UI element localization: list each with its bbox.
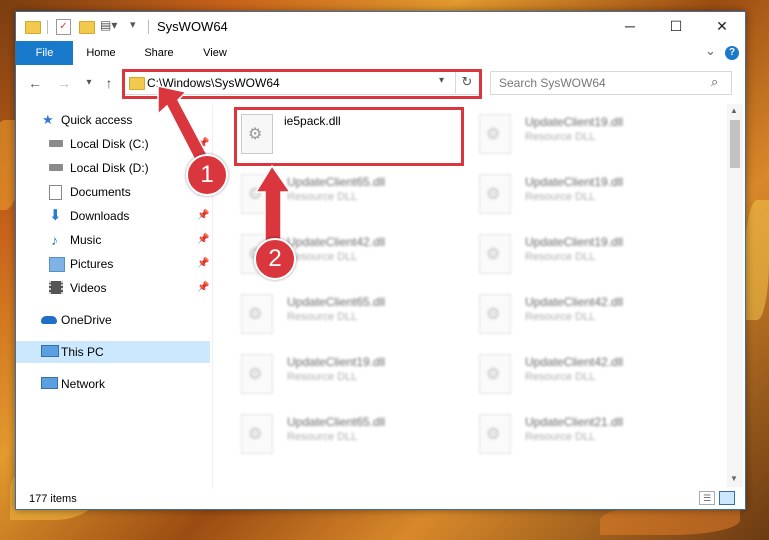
customize-toolbar-icon[interactable]: ▤▾ xyxy=(100,18,117,32)
file-item[interactable]: UpdateClient19.dll Resource DLL xyxy=(241,352,471,408)
sidebar-item-quick-access[interactable]: ★ Quick access xyxy=(16,109,210,131)
tab-share[interactable]: Share xyxy=(134,41,184,65)
drive-icon xyxy=(49,140,63,147)
sidebar-item-local-disk-c[interactable]: Local Disk (C:) 📌 xyxy=(16,133,210,155)
maximize-button[interactable]: ☐ xyxy=(653,12,699,41)
pin-icon: 📌 xyxy=(197,234,210,245)
dll-file-icon xyxy=(479,174,511,214)
minimize-button[interactable]: ─ xyxy=(607,12,653,41)
file-item[interactable]: UpdateClient19.dll Resource DLL xyxy=(479,232,709,288)
dll-file-icon xyxy=(479,294,511,334)
step-badge-1: 1 xyxy=(186,154,228,196)
new-folder-icon[interactable] xyxy=(79,21,95,34)
sidebar-item-onedrive[interactable]: OneDrive xyxy=(16,309,210,331)
file-item[interactable]: UpdateClient65.dll Resource DLL xyxy=(241,172,471,228)
details-view-icon[interactable]: ☰ xyxy=(699,491,715,505)
dll-file-icon xyxy=(241,354,273,394)
file-item[interactable]: UpdateClient19.dll Resource DLL xyxy=(479,172,709,228)
expand-ribbon-icon[interactable]: ⌄ xyxy=(705,43,716,59)
music-icon: ♪ xyxy=(51,232,58,248)
recent-locations-icon[interactable]: ▾ xyxy=(79,73,99,93)
pin-icon: 📌 xyxy=(197,210,210,221)
step-badge-2: 2 xyxy=(254,238,296,280)
sidebar-item-network[interactable]: Network xyxy=(16,373,210,395)
dll-file-icon xyxy=(479,234,511,274)
window-title: SysWOW64 xyxy=(157,19,228,34)
videos-icon xyxy=(49,281,63,294)
dll-file-icon xyxy=(479,114,511,154)
tab-view[interactable]: View xyxy=(192,41,238,65)
pin-icon: 📌 xyxy=(197,258,210,269)
status-bar: 177 items ☰ xyxy=(16,489,745,509)
network-icon xyxy=(41,377,58,389)
dll-file-icon xyxy=(241,174,273,214)
tab-home[interactable]: Home xyxy=(76,41,126,65)
file-item[interactable]: UpdateClient19.dll Resource DLL xyxy=(479,112,709,168)
documents-icon xyxy=(49,185,62,200)
navigation-pane: ★ Quick access Local Disk (C:) 📌 Local D… xyxy=(16,104,213,489)
qat-dropdown-icon[interactable]: ▾ xyxy=(130,18,136,31)
file-item[interactable]: UpdateClient21.dll Resource DLL xyxy=(479,412,709,468)
dll-file-icon xyxy=(241,294,273,334)
scroll-thumb[interactable] xyxy=(730,120,740,168)
explorer-window: ✓ ▤▾ ▾ SysWOW64 ─ ☐ ✕ File Home Share Vi… xyxy=(15,11,746,510)
sidebar-item-documents[interactable]: Documents 📌 xyxy=(16,181,210,203)
close-button[interactable]: ✕ xyxy=(699,12,745,41)
search-box[interactable]: Search SysWOW64 ⌕ xyxy=(490,71,732,95)
address-highlight xyxy=(122,69,482,99)
wallpaper-leaf xyxy=(745,200,769,320)
file-item[interactable]: UpdateClient42.dll Resource DLL xyxy=(479,352,709,408)
ribbon-tabs: File Home Share View ⌄ ? xyxy=(16,41,745,65)
pin-icon: 📌 xyxy=(197,138,210,149)
computer-icon xyxy=(41,345,59,357)
large-icons-view-icon[interactable] xyxy=(719,491,735,505)
vertical-scrollbar[interactable]: ▲ ▼ xyxy=(727,104,743,487)
properties-icon[interactable]: ✓ xyxy=(56,19,71,35)
sidebar-item-pictures[interactable]: Pictures 📌 xyxy=(16,253,210,275)
help-icon[interactable]: ? xyxy=(725,46,739,60)
sidebar-item-this-pc[interactable]: This PC xyxy=(16,341,210,363)
file-item[interactable]: UpdateClient65.dll Resource DLL xyxy=(241,292,471,348)
star-icon: ★ xyxy=(42,112,54,127)
file-item[interactable]: UpdateClient42.dll Resource DLL xyxy=(479,292,709,348)
scroll-up-icon[interactable]: ▲ xyxy=(730,106,738,115)
item-count: 177 items xyxy=(29,493,77,505)
dll-file-icon xyxy=(479,354,511,394)
search-icon[interactable]: ⌕ xyxy=(711,74,718,90)
sidebar-item-videos[interactable]: Videos 📌 xyxy=(16,277,210,299)
back-icon[interactable]: ← xyxy=(25,73,45,93)
dll-file-icon xyxy=(479,414,511,454)
pin-icon: 📌 xyxy=(197,282,210,293)
sidebar-item-downloads[interactable]: ⬇ Downloads 📌 xyxy=(16,205,210,227)
forward-icon[interactable]: → xyxy=(54,73,74,93)
search-input[interactable]: Search SysWOW64 xyxy=(499,76,606,90)
separator xyxy=(148,20,149,34)
cloud-icon xyxy=(41,316,57,324)
drive-icon xyxy=(49,164,63,171)
file-highlight xyxy=(234,107,464,166)
tab-file[interactable]: File xyxy=(16,41,73,65)
folder-icon xyxy=(25,21,41,34)
dll-file-icon xyxy=(241,414,273,454)
sidebar-item-local-disk-d[interactable]: Local Disk (D:) xyxy=(16,157,210,179)
title-bar: ✓ ▤▾ ▾ SysWOW64 ─ ☐ ✕ xyxy=(16,12,745,41)
pictures-icon xyxy=(49,257,65,272)
up-icon[interactable]: ↑ xyxy=(99,73,119,93)
download-icon: ⬇ xyxy=(49,207,62,224)
file-item[interactable]: UpdateClient65.dll Resource DLL xyxy=(241,412,471,468)
scroll-down-icon[interactable]: ▼ xyxy=(730,474,738,483)
separator xyxy=(47,20,48,34)
sidebar-item-music[interactable]: ♪ Music 📌 xyxy=(16,229,210,251)
